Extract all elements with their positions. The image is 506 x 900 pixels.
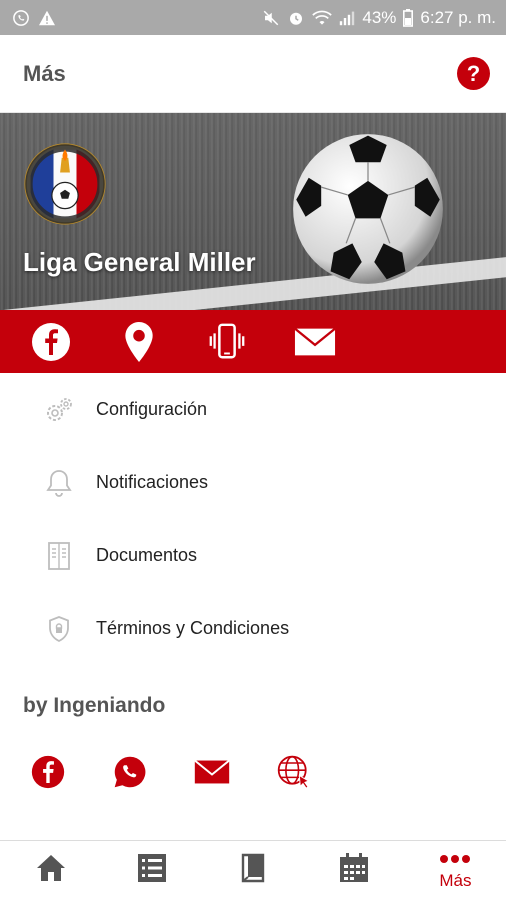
nav-calendar[interactable] xyxy=(304,841,405,900)
menu-item-configuracion[interactable]: Configuración xyxy=(0,373,506,446)
phone-vibrate-icon[interactable] xyxy=(206,321,248,363)
mail-icon[interactable] xyxy=(194,754,230,790)
clock-time: 6:27 p. m. xyxy=(420,7,496,27)
facebook-icon[interactable] xyxy=(30,754,66,790)
help-icon: ? xyxy=(466,60,481,86)
location-pin-icon[interactable] xyxy=(118,321,160,363)
nav-list[interactable] xyxy=(101,841,202,900)
home-icon xyxy=(35,853,67,888)
hero-banner: Liga General Miller xyxy=(0,113,506,310)
menu-item-label: Configuración xyxy=(96,399,208,419)
by-section-title: by Ingeniando xyxy=(23,694,166,717)
whatsapp-icon[interactable] xyxy=(112,754,148,790)
nav-more[interactable]: Más xyxy=(405,841,506,900)
app-header: Más ? xyxy=(0,35,506,113)
warning-icon xyxy=(38,10,56,26)
calendar-icon xyxy=(338,852,370,889)
menu-item-documentos[interactable]: Documentos xyxy=(0,519,506,592)
gears-icon xyxy=(44,395,74,425)
battery-icon xyxy=(403,8,414,27)
nav-book[interactable] xyxy=(202,841,303,900)
status-bar: 43% 6:27 p. m. xyxy=(0,0,506,35)
menu-item-terminos[interactable]: Términos y Condiciones xyxy=(0,592,506,665)
bell-icon xyxy=(44,468,74,498)
nav-home[interactable] xyxy=(0,841,101,900)
nav-more-label: Más xyxy=(439,870,472,890)
settings-menu: Configuración Notificaciones Documentos … xyxy=(0,373,506,665)
menu-item-label: Términos y Condiciones xyxy=(96,618,290,638)
menu-item-notificaciones[interactable]: Notificaciones xyxy=(0,446,506,519)
mute-icon xyxy=(262,9,280,27)
menu-item-label: Documentos xyxy=(96,545,198,565)
by-section-links xyxy=(30,754,312,790)
book-icon xyxy=(239,853,267,888)
list-icon xyxy=(137,853,167,888)
document-icon xyxy=(44,541,74,571)
alarm-icon xyxy=(287,9,305,27)
more-icon xyxy=(439,851,471,869)
whatsapp-notification-icon xyxy=(12,9,30,27)
signal-icon xyxy=(339,10,355,26)
help-button[interactable]: ? xyxy=(457,57,490,90)
contact-bar xyxy=(0,310,506,373)
facebook-icon[interactable] xyxy=(30,321,72,363)
wifi-icon xyxy=(312,10,333,26)
web-icon[interactable] xyxy=(276,754,312,790)
page-title: Más xyxy=(23,60,66,86)
bottom-nav: Más xyxy=(0,840,506,900)
mail-icon[interactable] xyxy=(294,321,336,363)
battery-percent: 43% xyxy=(362,7,397,27)
league-logo xyxy=(24,143,106,225)
menu-item-label: Notificaciones xyxy=(96,472,209,492)
league-name: Liga General Miller xyxy=(23,247,256,277)
soccer-ball-image xyxy=(293,134,443,284)
shield-icon xyxy=(44,614,74,644)
